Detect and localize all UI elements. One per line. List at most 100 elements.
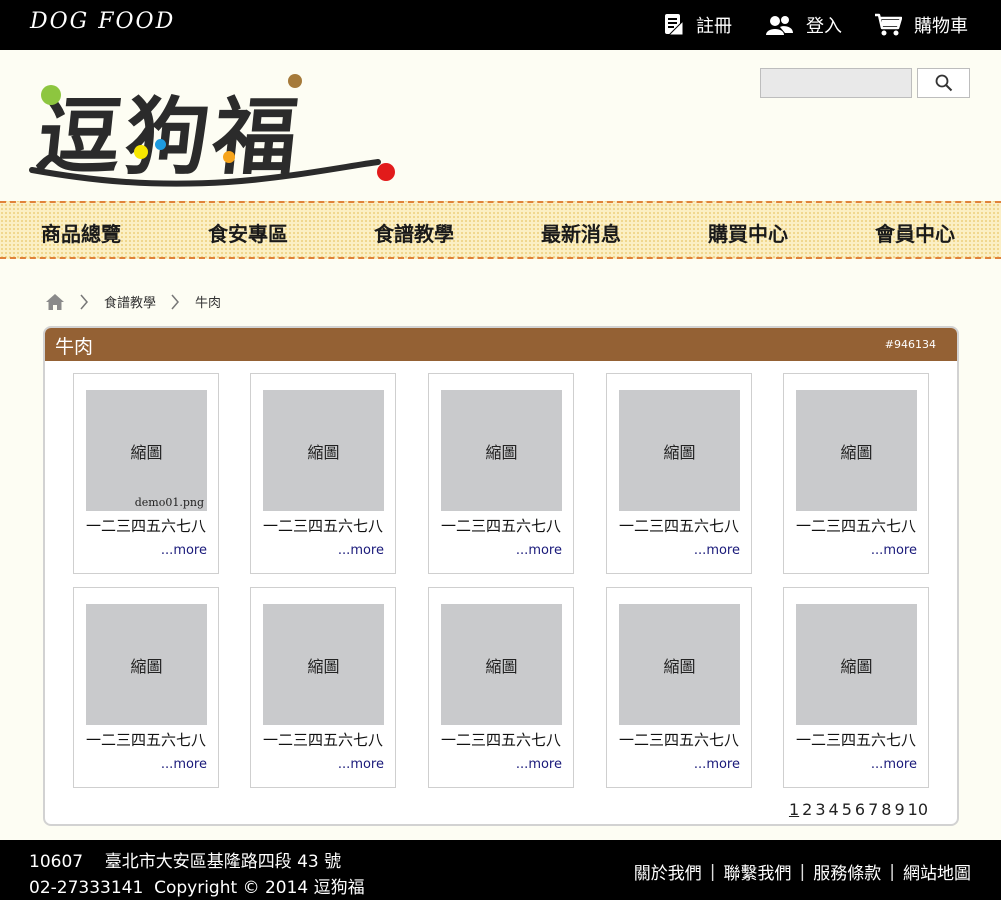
footer-link-sitemap[interactable]: 網站地圖 [903,859,971,884]
recipe-card[interactable]: 縮圖 一二三四五六七八 ...more [250,373,396,574]
register-label: 註冊 [696,16,732,37]
brand-name[interactable]: DOG FOOD [30,9,175,34]
nav-products[interactable]: 商品總覽 [41,218,121,247]
search-icon [935,74,952,92]
nav-shopping[interactable]: 購買中心 [708,218,788,247]
logo-dot-red [377,163,395,181]
footer-separator: | [889,861,895,882]
chevron-right-icon [171,294,180,309]
more-link[interactable]: ...more [871,543,917,558]
page-7[interactable]: 7 [868,800,878,819]
recipe-card[interactable]: 縮圖 一二三四五六七八 ...more [783,587,929,788]
thumbnail[interactable]: 縮圖 [796,390,917,511]
more-link[interactable]: ...more [338,757,384,772]
nav-recipes[interactable]: 食譜教學 [374,218,454,247]
thumbnail-label: 縮圖 [130,656,163,676]
thumbnail[interactable]: 縮圖 [263,604,384,725]
register-link[interactable]: 註冊 [664,12,732,38]
thumbnail[interactable]: 縮圖 demo01.png [86,390,207,511]
search-input[interactable] [760,68,912,98]
thumbnail-label: 縮圖 [130,442,163,462]
thumbnail[interactable]: 縮圖 [441,390,562,511]
footer-separator: | [709,861,716,882]
page-2[interactable]: 2 [802,800,812,819]
thumbnail-label: 縮圖 [663,656,696,676]
recipe-card[interactable]: 縮圖 demo01.png 一二三四五六七八 ...more [73,373,219,574]
footer-copyright: 02-27333141 Copyright © 2014 逗狗福 [29,878,365,898]
recipe-card[interactable]: 縮圖 一二三四五六七八 ...more [428,587,574,788]
thumbnail-label: 縮圖 [485,656,518,676]
card-title: 一二三四五六七八 [618,517,739,535]
page-4[interactable]: 4 [829,800,839,819]
card-title: 一二三四五六七八 [85,731,206,749]
page-3[interactable]: 3 [815,800,825,819]
breadcrumb-current: 牛肉 [195,296,222,311]
login-link[interactable]: 登入 [766,12,842,38]
more-link[interactable]: ...more [516,757,562,772]
card-title: 一二三四五六七八 [795,731,916,749]
footer-link-about[interactable]: 關於我們 [634,859,702,884]
page-10[interactable]: 10 [908,800,928,819]
card-title: 一二三四五六七八 [618,731,739,749]
card-title: 一二三四五六七八 [440,731,561,749]
home-icon[interactable] [45,293,65,311]
search-button[interactable] [917,68,970,98]
top-bar: DOG FOOD 註冊 登入 購物車 [0,0,1001,50]
more-link[interactable]: ...more [694,543,740,558]
page-6[interactable]: 6 [855,800,865,819]
nav-news[interactable]: 最新消息 [541,218,621,247]
panel-title: 牛肉 [55,336,94,358]
more-link[interactable]: ...more [694,757,740,772]
footer-link-terms[interactable]: 服務條款 [813,859,881,884]
card-title: 一二三四五六七八 [440,517,561,535]
logo-dot-green [41,85,61,105]
thumbnail[interactable]: 縮圖 [619,390,740,511]
more-link[interactable]: ...more [161,757,207,772]
logo-dot-yellow [134,145,148,159]
footer-separator: | [799,861,806,882]
thumbnail[interactable]: 縮圖 [86,604,207,725]
more-link[interactable]: ...more [338,543,384,558]
logo-dot-orange [223,151,235,163]
recipe-card[interactable]: 縮圖 一二三四五六七八 ...more [250,587,396,788]
card-title: 一二三四五六七八 [262,731,383,749]
recipe-card[interactable]: 縮圖 一二三四五六七八 ...more [428,373,574,574]
page-1[interactable]: 1 [789,800,799,819]
main-nav: 商品總覽 食安專區 食譜教學 最新消息 購買中心 會員中心 [0,201,1001,259]
users-icon [766,16,793,35]
thumbnail-label: 縮圖 [840,656,873,676]
footer-address: 10607 臺北市大安區基隆路四段 43 號 [29,852,342,872]
more-link[interactable]: ...more [161,543,207,558]
more-link[interactable]: ...more [871,757,917,772]
breadcrumb-recipes[interactable]: 食譜教學 [104,292,156,311]
site-logo[interactable]: 逗狗福 [28,62,400,192]
recipe-card[interactable]: 縮圖 一二三四五六七八 ...more [606,587,752,788]
thumbnail[interactable]: 縮圖 [619,604,740,725]
nav-member[interactable]: 會員中心 [875,218,955,247]
logo-dot-brown [288,74,302,88]
card-title: 一二三四五六七八 [262,517,383,535]
nav-food-safety[interactable]: 食安專區 [208,218,288,247]
chevron-right-icon [80,294,88,309]
more-link[interactable]: ...more [516,543,562,558]
recipe-card[interactable]: 縮圖 一二三四五六七八 ...more [606,373,752,574]
thumbnail-label: 縮圖 [840,442,873,462]
thumbnail[interactable]: 縮圖 [796,604,917,725]
recipe-card[interactable]: 縮圖 一二三四五六七八 ...more [73,587,219,788]
thumbnail-label: 縮圖 [307,442,340,462]
page-8[interactable]: 8 [881,800,891,819]
document-icon [665,14,684,36]
thumbnail-label: 縮圖 [485,442,518,462]
recipe-card[interactable]: 縮圖 一二三四五六七八 ...more [783,373,929,574]
content-panel: 牛肉 #946134 縮圖 demo01.png 一二三四五六七八 ...mor… [43,326,959,826]
thumbnail-filename: demo01.png [134,496,204,509]
cart-link[interactable]: 購物車 [874,12,968,38]
thumbnail[interactable]: 縮圖 [263,390,384,511]
pagination: 1 2 3 4 5 6 7 8 9 10 [789,800,928,819]
footer: 10607 臺北市大安區基隆路四段 43 號 02-27333141 Copyr… [0,840,1001,900]
thumbnail[interactable]: 縮圖 [441,604,562,725]
footer-link-contact[interactable]: 聯繫我們 [724,859,792,884]
cart-icon [875,13,902,36]
page-5[interactable]: 5 [842,800,852,819]
page-9[interactable]: 9 [894,800,904,819]
